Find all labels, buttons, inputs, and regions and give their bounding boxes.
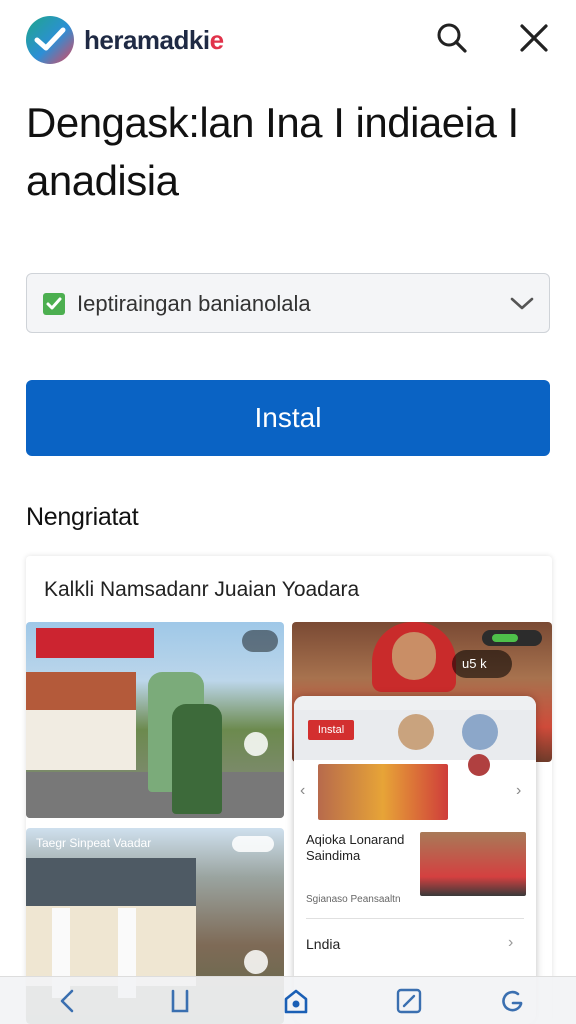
section-heading: Nengriatat: [26, 503, 139, 531]
shop-roof: [26, 672, 136, 712]
brand-main: heramadki: [84, 25, 210, 55]
nav-recents-button[interactable]: [162, 985, 198, 1017]
phone-heading: Aqioka Lonarand Saindima: [306, 832, 405, 863]
phone-mockup: Instal ‹ › Aqioka Lonarand Saindima Sgia…: [294, 696, 536, 1024]
play-indicator-icon[interactable]: [244, 732, 268, 756]
media-pill: u5 k: [452, 650, 512, 678]
brand-name: heramadkie: [84, 25, 224, 56]
play-indicator-icon[interactable]: [244, 950, 268, 974]
chevron-right-icon: ›: [508, 934, 514, 951]
chevron-down-icon: [510, 297, 534, 310]
close-icon: [520, 24, 548, 52]
person-figure: [172, 704, 222, 814]
avatar: [468, 754, 490, 776]
install-button[interactable]: Instal: [26, 380, 550, 456]
chevron-left-icon[interactable]: ‹: [300, 782, 305, 800]
search-button[interactable]: [434, 20, 470, 56]
edit-icon: [396, 988, 422, 1014]
green-check-icon: [43, 293, 65, 315]
divider: [306, 918, 524, 919]
house-roof: [26, 858, 196, 908]
nav-back-button[interactable]: [50, 985, 86, 1017]
avatar: [462, 714, 498, 750]
phone-thumbnail: [420, 832, 526, 896]
media-badge: [232, 836, 274, 852]
phone-subtext: Sgianaso Peansaaltn: [306, 894, 401, 905]
chevron-right-icon[interactable]: ›: [516, 782, 521, 800]
phone-carousel-image: [318, 764, 448, 820]
battery-level: [492, 634, 518, 642]
dropdown-value: Ieptiraingan banianolala: [77, 291, 311, 316]
photo-caption: Taegr Sinpeat Vaadar: [36, 836, 152, 850]
language-dropdown[interactable]: Ieptiraingan banianolala: [26, 273, 550, 333]
nav-edit-button[interactable]: [390, 985, 426, 1017]
shop-wall: [26, 710, 136, 770]
phone-status-bar: [294, 696, 536, 710]
screenshot-photo-street[interactable]: [26, 622, 284, 818]
brand-accent: e: [209, 25, 224, 55]
avatar: [398, 714, 434, 750]
phone-list-item[interactable]: Lndia: [306, 936, 340, 952]
card-title: Kalkli Namsadanr Juaian Yoadara: [44, 578, 360, 601]
app-header: heramadkie: [0, 0, 576, 80]
media-badge: [242, 630, 278, 652]
close-button[interactable]: [516, 20, 552, 56]
page-title: Dengask:lan Ina I indiaeia I anadisia: [26, 99, 519, 204]
recents-icon: [171, 989, 189, 1013]
search-icon: [437, 23, 467, 53]
person-face: [392, 632, 436, 680]
back-icon: [60, 989, 74, 1013]
refresh-icon: [502, 990, 523, 1012]
home-icon: [284, 989, 308, 1014]
checkmark-logo-icon: [26, 16, 74, 64]
bottom-nav-bar: [0, 976, 576, 1024]
nav-home-button[interactable]: [278, 985, 314, 1017]
phone-install-button[interactable]: Instal: [308, 720, 354, 740]
red-banner: [36, 628, 154, 658]
preview-card: Kalkli Namsadanr Juaian Yoadara Taegr Si…: [26, 556, 552, 1024]
nav-refresh-button[interactable]: [494, 985, 530, 1017]
